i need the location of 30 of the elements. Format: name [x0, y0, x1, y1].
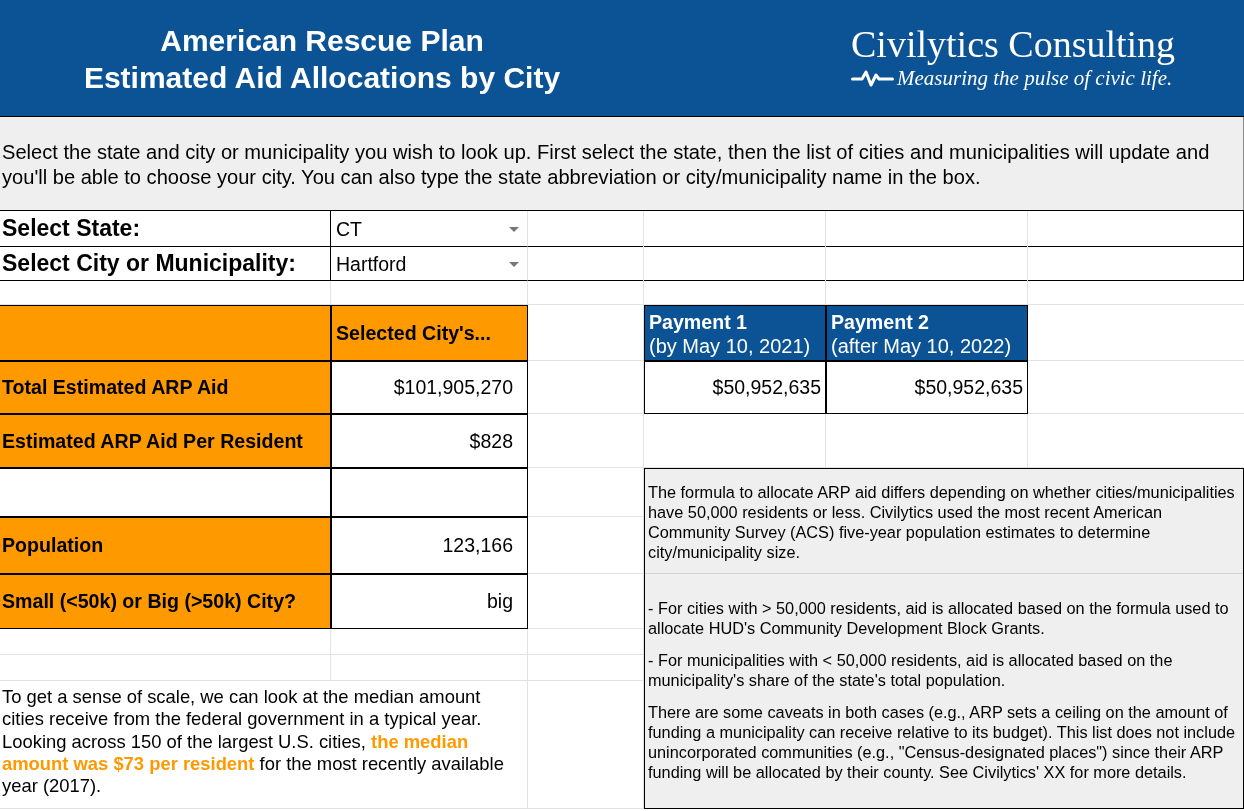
value-cell: 123,166 [331, 517, 528, 574]
scale-note: To get a sense of scale, we can look at the median amount cities receive from the federal government in a typical year. Looking across 150 of the largest U.S. cities, the median amount was $73 per resident for the most recently available year (2017). [2, 686, 505, 798]
row-label: Estimated ARP Aid Per Resident [0, 414, 331, 468]
logo-tagline: Measuring the pulse of civic life. [897, 65, 1173, 91]
row-label: Total Estimated ARP Aid [0, 361, 331, 414]
value-cell: big [331, 574, 528, 629]
payment-title: Payment 1 [649, 310, 749, 334]
note-paragraph: - For cities with > 50,000 residents, aid is allocated based on the formula used to allocate HUD's Community Development Block Grants. [648, 598, 1230, 638]
instructions-text: Select the state and city or municipality you wish to look up. First select the state, then the list of cities and municipalities will update and you'll be able to choose your city. You can also type the state abbreviation or city/municipality name in the box. [2, 140, 1211, 190]
payment-title: Payment 2 [831, 310, 931, 334]
pulse-icon [851, 69, 894, 87]
page-title: American Rescue Plan [160, 22, 484, 59]
value-cell: $828 [331, 414, 528, 468]
payment-amount: $50,952,635 [826, 361, 1028, 414]
page-title: Estimated Aid Allocations by City [83, 59, 561, 96]
payment-date: (by May 10, 2021) [649, 334, 812, 358]
logo-name: Civilytics Consulting [851, 23, 1176, 65]
value-cell: $101,905,270 [331, 361, 528, 414]
field-label: Select State: [0, 211, 331, 247]
caret-icon [509, 227, 519, 232]
row-label: Small (<50k) or Big (>50k) City? [0, 574, 331, 629]
row-label: Population [0, 517, 331, 574]
caret-icon [509, 262, 519, 267]
payment-amount: $50,952,635 [644, 361, 826, 414]
column-header: Selected City's... [331, 305, 528, 361]
note-paragraph: The formula to allocate ARP aid differs depending on whether cities/municipalities have 50,000 residents or less. Civilytics used the most recent American Community Survey (ACS) five-year population estimates to determine city/municipality size. [648, 482, 1236, 562]
note-paragraph: There are some caveats in both cases (e.g., ARP sets a ceiling on the amount of funding a municipality can receive relative to its budget). This list does not include unincorporated communities (e.g., "Census-designated places") since their ARP funding will be allocated by their county. See Civilytics' XX for more details. [648, 702, 1237, 782]
field-label: Select City or Municipality: [0, 247, 331, 281]
note-paragraph: - For municipalities with < 50,000 residents, aid is allocated based on the municipality's share of the state's total population. [648, 650, 1174, 690]
payment-date: (after May 10, 2022) [831, 334, 1013, 358]
